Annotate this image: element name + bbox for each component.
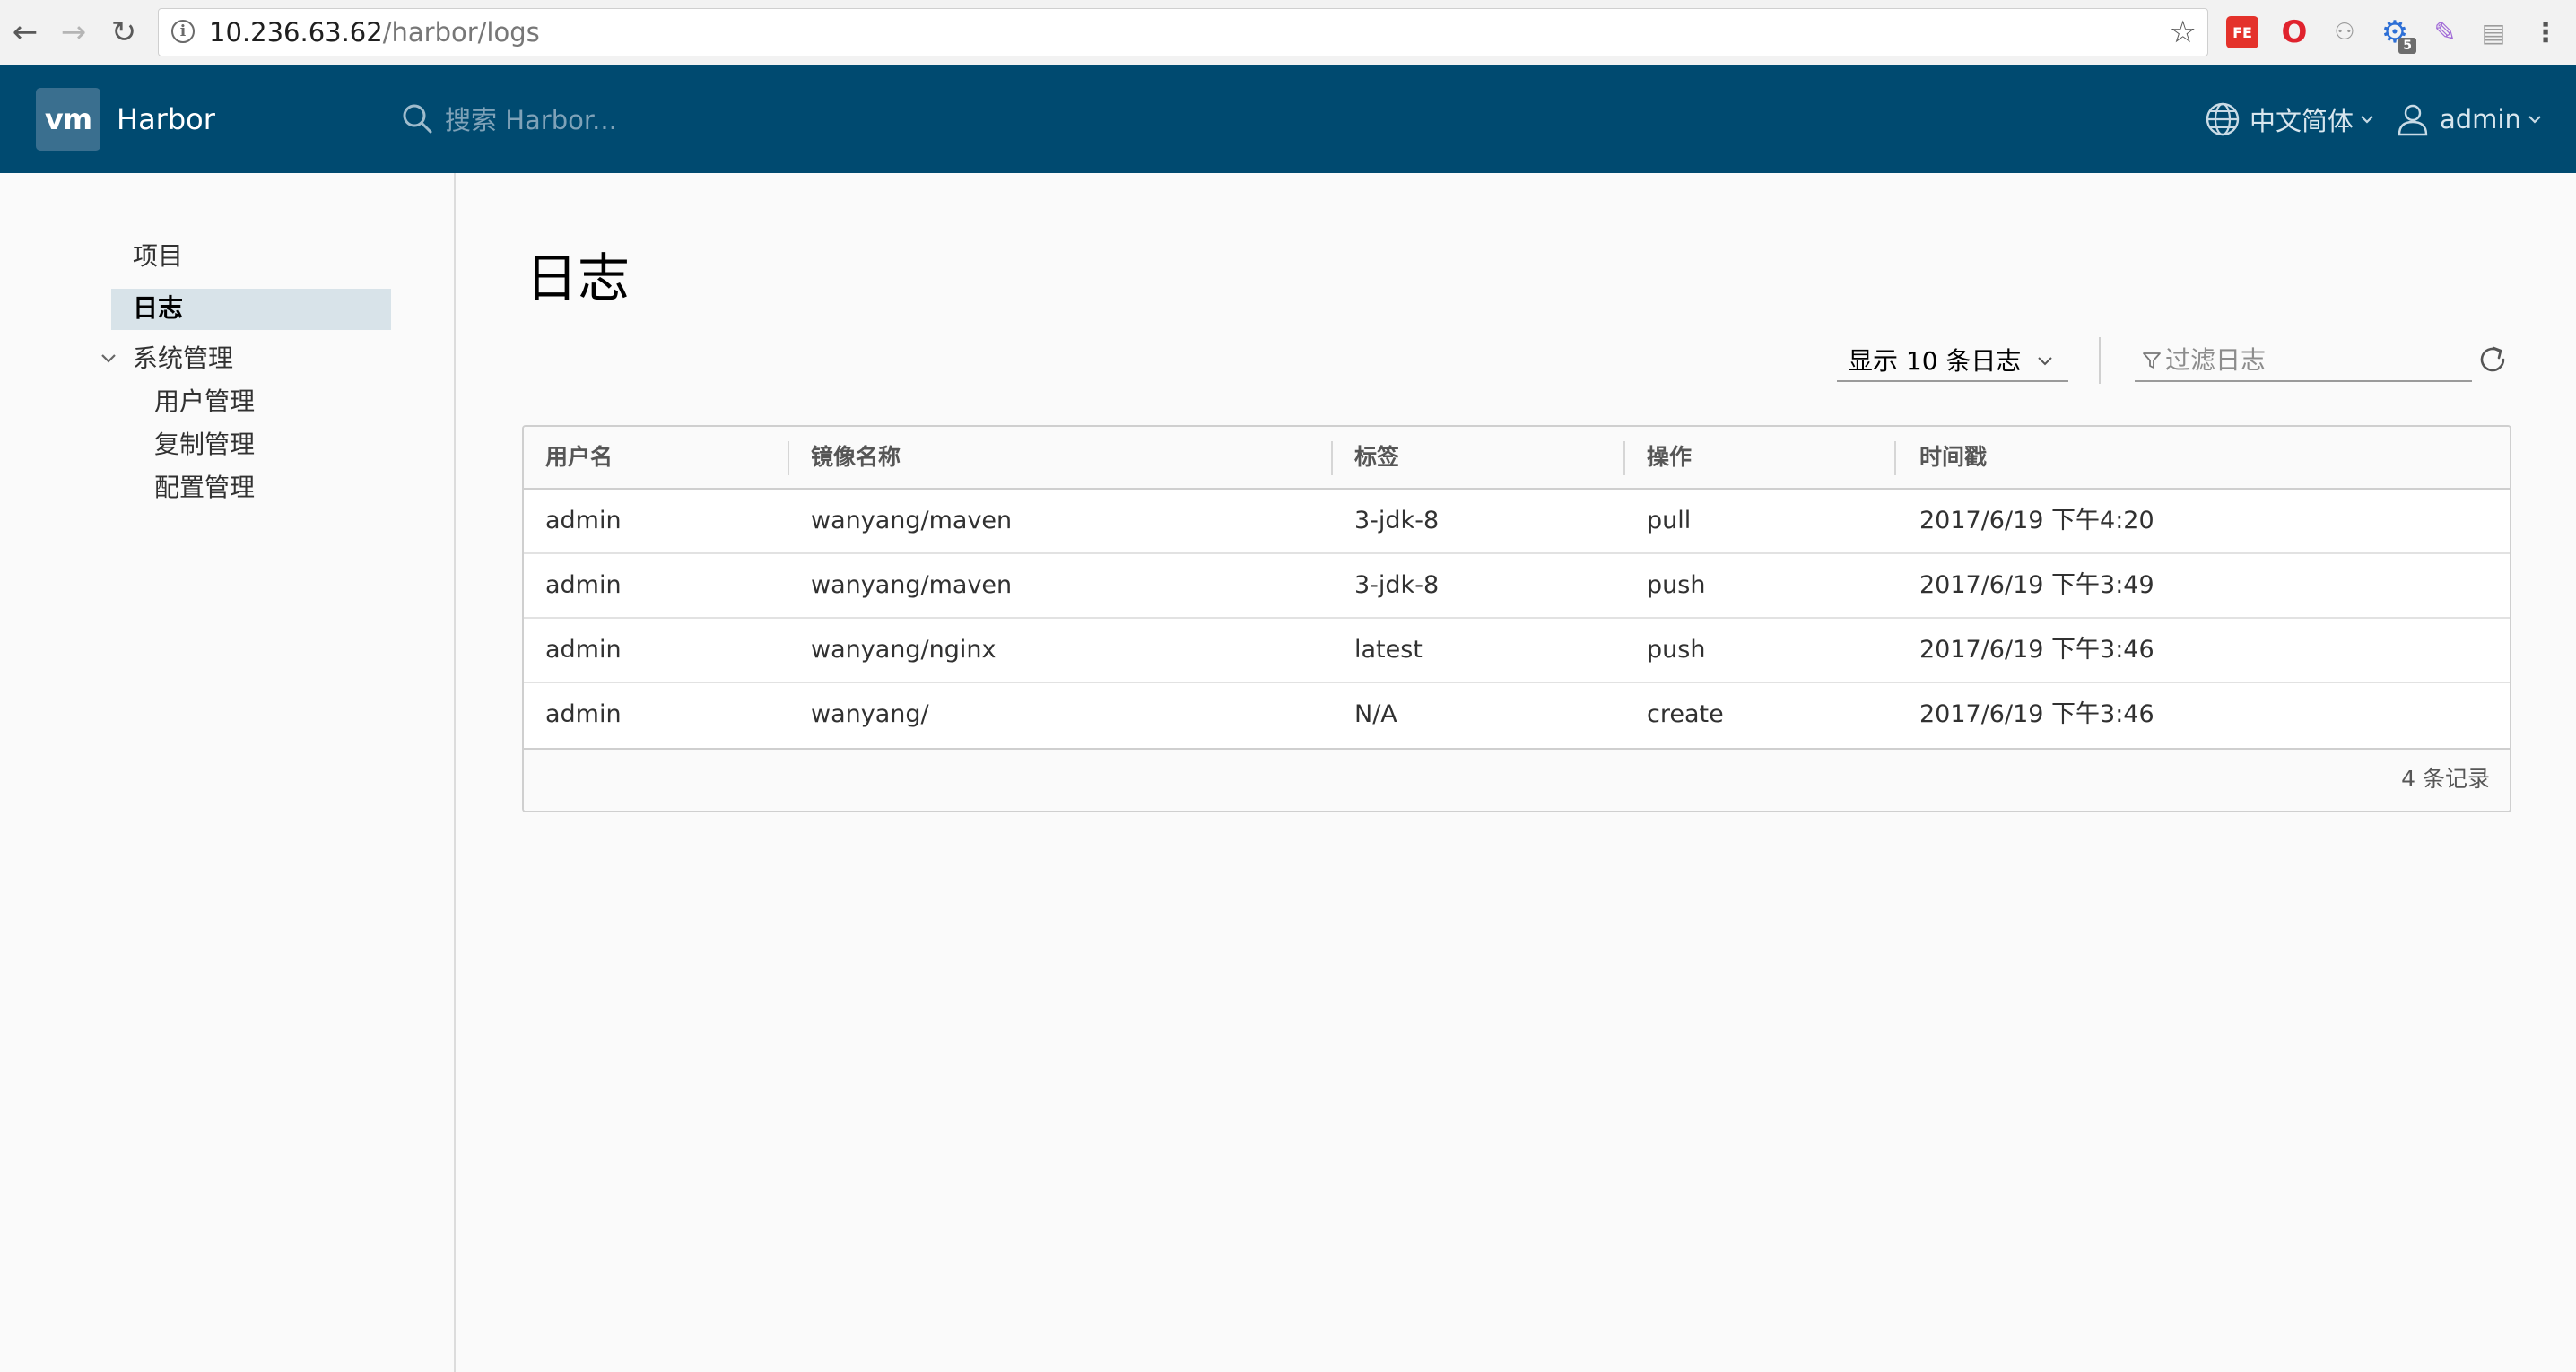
fe-extension-icon[interactable]: FE — [2226, 16, 2258, 48]
column-separator[interactable] — [1331, 441, 1333, 475]
cell-repository: wanyang/ — [811, 700, 929, 728]
browser-toolbar: ← → ↻ i 10.236.63.62/harbor/logs ☆ FE O … — [0, 0, 2576, 65]
cell-tag: 3-jdk-8 — [1354, 507, 1440, 534]
address-url[interactable]: 10.236.63.62/harbor/logs — [209, 9, 540, 56]
back-arrow-icon: ← — [12, 14, 39, 50]
extension-badge: 5 — [2398, 38, 2416, 54]
chevron-down-icon — [2361, 116, 2373, 124]
table-row: admin wanyang/nginx latest push 2017/6/1… — [524, 619, 2510, 683]
cell-timestamp: 2017/6/19 下午3:46 — [1919, 700, 2154, 728]
cell-tag: 3-jdk-8 — [1354, 571, 1440, 599]
gear-extension-icon[interactable]: ⚙ 5 — [2379, 14, 2416, 54]
user-icon — [2398, 104, 2428, 136]
bookmark-star-icon[interactable]: ☆ — [2170, 14, 2197, 50]
sidebar-nav: 项目 日志 系统管理 用户管理 复制管理 配置管理 — [0, 173, 456, 1372]
column-separator[interactable] — [788, 441, 789, 475]
global-search-input[interactable] — [443, 100, 985, 141]
cell-repository: wanyang/maven — [811, 571, 1013, 599]
sidebar-item-users[interactable]: 用户管理 — [154, 382, 255, 421]
forward-button[interactable]: → — [56, 13, 91, 52]
datagrid-footer: 4 条记录 — [524, 748, 2510, 811]
address-bar[interactable]: i 10.236.63.62/harbor/logs ☆ — [158, 8, 2208, 56]
datagrid-header: 用户名 镜像名称 标签 操作 时间戳 — [524, 427, 2510, 490]
reload-button[interactable]: ↻ — [106, 13, 142, 52]
cell-timestamp: 2017/6/19 下午3:49 — [1919, 571, 2154, 599]
opera-extension-icon[interactable]: O — [2278, 14, 2311, 50]
reload-icon: ↻ — [110, 14, 137, 50]
page-size-select[interactable]: 显示 10 条日志 — [1837, 339, 2068, 382]
sidebar-item-replication[interactable]: 复制管理 — [154, 425, 255, 465]
forward-arrow-icon: → — [60, 14, 87, 50]
language-switcher[interactable]: 中文简体 — [2205, 94, 2375, 144]
cell-username: admin — [545, 571, 622, 599]
record-count: 4 条记录 — [2401, 766, 2490, 792]
column-header-username[interactable]: 用户名 — [545, 427, 613, 488]
column-header-repository[interactable]: 镜像名称 — [811, 427, 901, 488]
page-size-label: 显示 10 条日志 — [1848, 346, 2022, 376]
tree-extension-icon[interactable]: ⚇ — [2328, 16, 2361, 48]
back-button[interactable]: ← — [7, 13, 43, 52]
app-header: vm Harbor 中文简体 admin — [0, 65, 2576, 173]
chevron-down-icon — [2528, 116, 2541, 124]
logs-datagrid: 用户名 镜像名称 标签 操作 时间戳 admin wanyang/maven 3… — [522, 425, 2511, 812]
cell-tag: N/A — [1354, 700, 1397, 728]
table-row: admin wanyang/maven 3-jdk-8 push 2017/6/… — [524, 554, 2510, 619]
vmware-logo[interactable]: vm — [36, 88, 100, 151]
toolbar-divider — [2099, 337, 2101, 384]
chevron-down-icon — [2038, 357, 2052, 366]
cell-operation: push — [1647, 571, 1706, 599]
globe-icon — [2206, 102, 2240, 136]
site-info-icon[interactable]: i — [171, 20, 195, 43]
sidebar-item-projects[interactable]: 项目 — [133, 237, 183, 276]
browser-menu-icon[interactable]: ⋮ — [2529, 16, 2562, 48]
user-name: admin — [2440, 104, 2521, 135]
table-row: admin wanyang/ N/A create 2017/6/19 下午3:… — [524, 683, 2510, 748]
cell-username: admin — [545, 700, 622, 728]
cell-tag: latest — [1354, 636, 1423, 664]
cell-operation: create — [1647, 700, 1724, 728]
cell-username: admin — [545, 507, 622, 534]
sidebar-item-configuration[interactable]: 配置管理 — [154, 468, 255, 508]
sidebar-item-logs[interactable]: 日志 — [111, 289, 391, 330]
page-title: 日志 — [526, 247, 631, 308]
filter-box[interactable] — [2135, 339, 2472, 382]
cell-repository: wanyang/maven — [811, 507, 1013, 534]
cell-operation: pull — [1647, 507, 1692, 534]
url-host: 10.236.63.62 — [209, 17, 383, 48]
column-header-timestamp[interactable]: 时间戳 — [1919, 427, 1987, 488]
cell-timestamp: 2017/6/19 下午4:20 — [1919, 507, 2154, 534]
table-row: admin wanyang/maven 3-jdk-8 pull 2017/6/… — [524, 490, 2510, 554]
filter-icon — [2143, 352, 2161, 369]
user-menu[interactable]: admin — [2395, 94, 2543, 144]
column-separator[interactable] — [1894, 441, 1896, 475]
column-header-tag[interactable]: 标签 — [1354, 427, 1399, 488]
filter-input[interactable] — [2163, 341, 2463, 378]
brand-title[interactable]: Harbor — [117, 65, 215, 173]
search-icon — [403, 104, 432, 134]
layout-extension-icon[interactable]: ▤ — [2477, 16, 2510, 48]
cell-username: admin — [545, 636, 622, 664]
column-header-operation[interactable]: 操作 — [1647, 427, 1692, 488]
cell-timestamp: 2017/6/19 下午3:46 — [1919, 636, 2154, 664]
sidebar-group-system-admin[interactable]: 系统管理 — [133, 339, 233, 378]
chevron-down-icon[interactable] — [99, 349, 118, 369]
column-separator[interactable] — [1623, 441, 1625, 475]
cell-operation: push — [1647, 636, 1706, 664]
pen-extension-icon[interactable]: ✎ — [2429, 16, 2461, 48]
refresh-icon[interactable] — [2476, 343, 2510, 377]
url-path: /harbor/logs — [382, 17, 540, 48]
language-label: 中文简体 — [2250, 106, 2354, 136]
cell-repository: wanyang/nginx — [811, 636, 996, 664]
